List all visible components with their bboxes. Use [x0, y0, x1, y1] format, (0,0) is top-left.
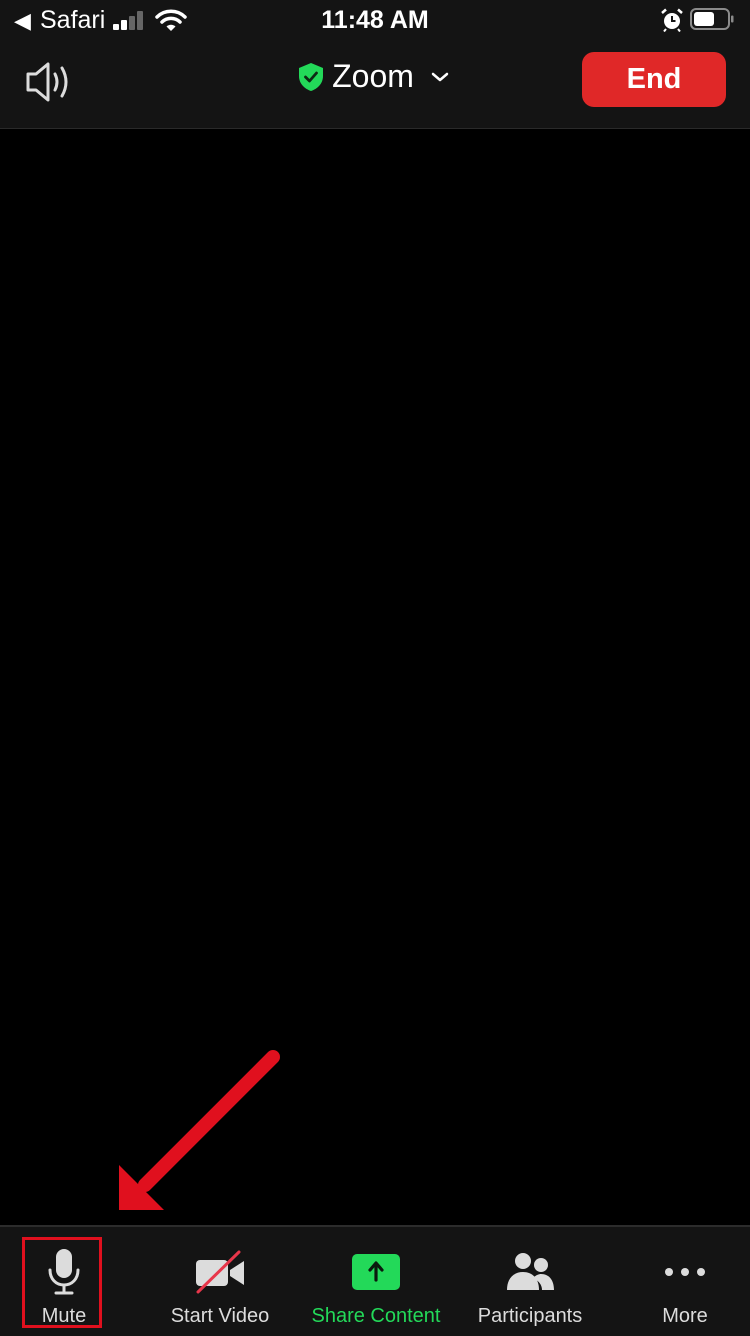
shield-check-icon — [299, 62, 324, 91]
participants-icon — [507, 1253, 554, 1290]
share-upload-icon — [352, 1254, 400, 1290]
share-content-button[interactable]: Share Content — [305, 1227, 447, 1336]
participants-button[interactable]: Participants — [470, 1227, 590, 1336]
meeting-header: Zoom End — [0, 40, 750, 129]
end-meeting-button[interactable]: End — [582, 52, 726, 107]
clock-time: 11:48 AM — [321, 6, 429, 34]
meeting-toolbar: Mute Start Video Share Content Participa… — [0, 1225, 750, 1336]
participants-label: Participants — [477, 1305, 583, 1327]
share-content-label: Share Content — [311, 1305, 441, 1327]
status-bar: ◀ Safari 11:48 AM — [0, 0, 750, 40]
meeting-title: Zoom — [332, 58, 414, 94]
meeting-title-dropdown[interactable]: Zoom — [298, 58, 452, 95]
alarm-icon — [661, 8, 683, 32]
chevron-down-icon — [431, 72, 449, 81]
start-video-button[interactable]: Start Video — [160, 1227, 280, 1336]
annotation-arrow-icon — [119, 1050, 280, 1210]
video-off-icon — [196, 1250, 244, 1294]
start-video-label: Start Video — [170, 1305, 270, 1327]
more-button[interactable]: More — [640, 1227, 730, 1336]
more-label: More — [662, 1305, 708, 1327]
speaker-icon[interactable] — [24, 60, 74, 104]
more-dots-icon — [665, 1268, 705, 1276]
mute-highlight-box — [22, 1237, 102, 1328]
battery-icon — [690, 8, 734, 30]
